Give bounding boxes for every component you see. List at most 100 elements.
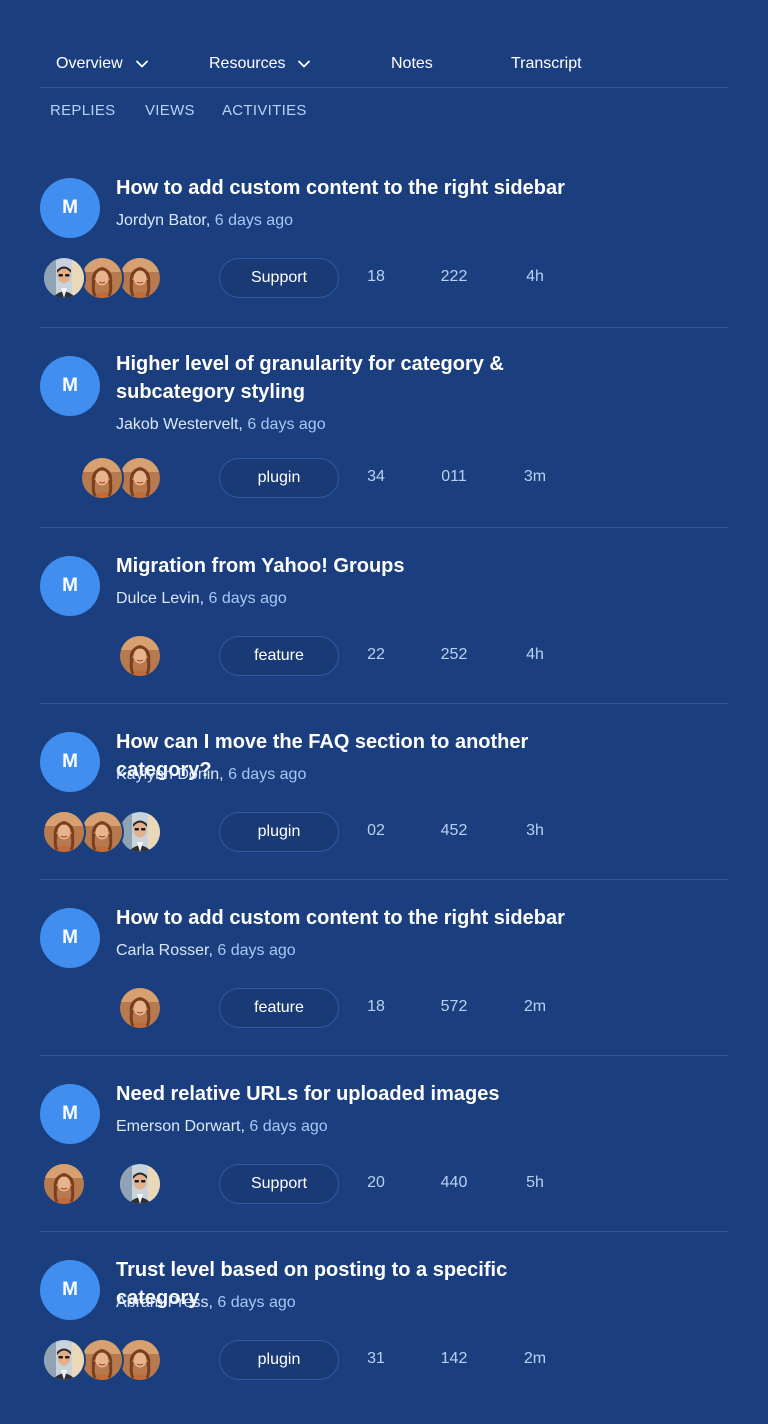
separator: , xyxy=(199,590,209,607)
separator: , xyxy=(205,212,215,229)
time-ago: 6 days ago xyxy=(247,416,326,433)
activity-count: 2m xyxy=(523,1350,547,1367)
tab-activities[interactable]: ACTIVITIES xyxy=(222,102,307,119)
topic-title[interactable]: Higher level of granularity for category… xyxy=(116,350,586,406)
avatar[interactable]: M xyxy=(40,356,100,416)
participant-avatar[interactable] xyxy=(80,256,124,300)
replies-count: 18 xyxy=(367,998,385,1015)
category-tag[interactable]: feature xyxy=(219,636,339,676)
time-ago: 6 days ago xyxy=(217,1294,296,1311)
nav-notes[interactable]: Notes xyxy=(391,54,433,74)
participant-avatar[interactable] xyxy=(80,810,124,854)
participants xyxy=(42,810,166,854)
participants xyxy=(42,1338,166,1382)
participant-avatar[interactable] xyxy=(118,810,162,854)
topic-meta: Carla Rosser, 6 days ago xyxy=(116,942,296,960)
participants xyxy=(42,634,166,678)
participants xyxy=(42,986,166,1030)
activity-count: 5h xyxy=(526,1174,544,1191)
separator: , xyxy=(238,416,248,433)
topic-meta: Abram Press, 6 days ago xyxy=(116,1294,296,1312)
participants xyxy=(42,1162,166,1206)
time-ago: 6 days ago xyxy=(249,1118,328,1135)
replies-count: 34 xyxy=(367,468,385,485)
avatar[interactable]: M xyxy=(40,178,100,238)
page: Overview Resources Notes Transcript REPL… xyxy=(0,0,768,1424)
participant-avatar[interactable] xyxy=(80,456,124,500)
participant-avatar[interactable] xyxy=(118,1338,162,1382)
participant-avatar[interactable] xyxy=(42,1162,86,1206)
topic-meta: Jakob Westervelt, 6 days ago xyxy=(116,416,326,434)
top-nav: Overview Resources Notes Transcript xyxy=(40,40,728,88)
avatar[interactable]: M xyxy=(40,1260,100,1320)
views-count: 011 xyxy=(441,468,467,485)
participant-avatar[interactable] xyxy=(80,1338,124,1382)
chevron-down-icon xyxy=(135,57,149,71)
topic-row[interactable]: M Higher level of granularity for categor… xyxy=(40,328,728,528)
category-tag[interactable]: plugin xyxy=(219,458,339,498)
views-count: 452 xyxy=(440,822,468,839)
participants xyxy=(42,456,166,500)
category-tag[interactable]: Support xyxy=(219,258,339,298)
activity-count: 4h xyxy=(526,646,544,663)
author-name[interactable]: Jakob Westervelt xyxy=(116,416,238,433)
topic-title[interactable]: Need relative URLs for uploaded images xyxy=(116,1080,586,1108)
category-tag[interactable]: plugin xyxy=(219,812,339,852)
nav-resources[interactable]: Resources xyxy=(209,54,311,74)
activity-count: 3h xyxy=(526,822,544,839)
participant-avatar[interactable] xyxy=(118,256,162,300)
topic-title[interactable]: Migration from Yahoo! Groups xyxy=(116,552,586,580)
activity-count: 4h xyxy=(526,268,544,285)
author-name[interactable]: Carla Rosser xyxy=(116,942,208,959)
author-name[interactable]: Kaylynn Donin xyxy=(116,766,219,783)
participant-avatar[interactable] xyxy=(42,1338,86,1382)
author-name[interactable]: Jordyn Bator xyxy=(116,212,206,229)
category-tag[interactable]: Support xyxy=(219,1164,339,1204)
views-count: 252 xyxy=(440,646,468,663)
participant-avatar[interactable] xyxy=(118,986,162,1030)
avatar[interactable]: M xyxy=(40,732,100,792)
tab-views[interactable]: VIEWS xyxy=(145,102,195,119)
avatar[interactable]: M xyxy=(40,556,100,616)
nav-overview-label: Overview xyxy=(56,55,123,72)
category-tag[interactable]: plugin xyxy=(219,1340,339,1380)
participant-avatar[interactable] xyxy=(118,1162,162,1206)
topic-title[interactable]: How to add custom content to the right s… xyxy=(116,174,586,202)
replies-count: 22 xyxy=(367,646,385,663)
participant-avatar[interactable] xyxy=(118,634,162,678)
activity-count: 2m xyxy=(523,998,547,1015)
author-name[interactable]: Dulce Levin xyxy=(116,590,200,607)
topic-row[interactable]: M How to add custom content to the right … xyxy=(40,880,728,1056)
topic-title[interactable]: How to add custom content to the right s… xyxy=(116,904,586,932)
topic-row[interactable]: M How to add custom content to the right … xyxy=(40,150,728,328)
nav-transcript[interactable]: Transcript xyxy=(511,54,582,74)
topic-row[interactable]: M Trust level based on posting to a speci… xyxy=(40,1232,728,1408)
topic-meta: Emerson Dorwart, 6 days ago xyxy=(116,1118,328,1136)
participant-avatar[interactable] xyxy=(118,456,162,500)
author-name[interactable]: Emerson Dorwart xyxy=(116,1118,240,1135)
topic-meta: Jordyn Bator, 6 days ago xyxy=(116,212,293,230)
nav-transcript-label: Transcript xyxy=(511,55,582,72)
views-count: 572 xyxy=(440,998,468,1015)
replies-count: 18 xyxy=(367,268,385,285)
nav-resources-label: Resources xyxy=(209,55,286,72)
replies-count: 02 xyxy=(367,822,385,839)
views-count: 440 xyxy=(440,1174,468,1191)
author-name[interactable]: Abram Press xyxy=(116,1294,208,1311)
participant-avatar[interactable] xyxy=(42,256,86,300)
avatar[interactable]: M xyxy=(40,1084,100,1144)
chevron-down-icon xyxy=(297,57,311,71)
time-ago: 6 days ago xyxy=(208,590,287,607)
topic-meta: Kaylynn Donin, 6 days ago xyxy=(116,766,306,784)
views-count: 222 xyxy=(440,268,468,285)
category-tag[interactable]: feature xyxy=(219,988,339,1028)
topic-row[interactable]: M Need relative URLs for uploaded images E… xyxy=(40,1056,728,1232)
avatar[interactable]: M xyxy=(40,908,100,968)
replies-count: 20 xyxy=(367,1174,385,1191)
topic-row[interactable]: M How can I move the FAQ section to anoth… xyxy=(40,704,728,880)
nav-overview[interactable]: Overview xyxy=(56,54,149,74)
participant-avatar[interactable] xyxy=(42,810,86,854)
time-ago: 6 days ago xyxy=(214,212,293,229)
tab-replies[interactable]: REPLIES xyxy=(50,102,115,119)
topic-row[interactable]: M Migration from Yahoo! Groups Dulce Levin… xyxy=(40,528,728,704)
